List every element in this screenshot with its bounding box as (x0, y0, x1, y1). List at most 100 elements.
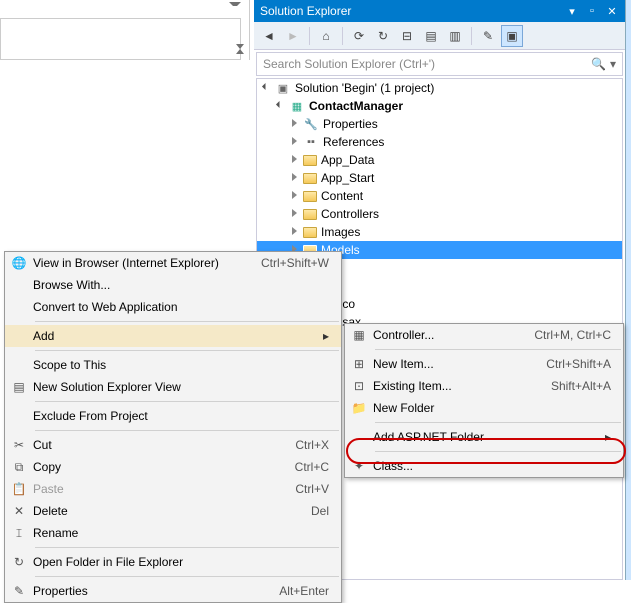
menu-item[interactable]: 📋PasteCtrl+V (5, 478, 341, 500)
menu-label: Existing Item... (373, 379, 551, 393)
folder-icon (303, 173, 317, 184)
menu-label: Controller... (373, 328, 534, 342)
editor-tab-dropdown-icon[interactable] (229, 2, 241, 14)
blank-icon (5, 354, 33, 376)
menu-item[interactable]: ▦Controller...Ctrl+M, Ctrl+C (345, 324, 623, 346)
preview-icon[interactable]: ▥ (444, 25, 466, 47)
folder-icon (303, 209, 317, 220)
menu-item[interactable]: ⧉CopyCtrl+C (5, 456, 341, 478)
menu-label: Exclude From Project (33, 409, 329, 423)
props-icon: ✎ (5, 580, 33, 602)
blank-icon (345, 426, 373, 448)
menu-item[interactable]: 🌐View in Browser (Internet Explorer)Ctrl… (5, 252, 341, 274)
copy-icon: ⧉ (5, 456, 33, 478)
submenu-arrow-icon: ▸ (601, 430, 611, 444)
menu-label: View in Browser (Internet Explorer) (33, 256, 261, 270)
tree-item[interactable]: Controllers (257, 205, 622, 223)
menu-item[interactable]: Exclude From Project (5, 405, 341, 427)
tree-item[interactable]: App_Start (257, 169, 622, 187)
tree-item[interactable]: Images (257, 223, 622, 241)
tree-label: App_Data (321, 153, 374, 167)
menu-label: Paste (33, 482, 295, 496)
splitter-handle[interactable] (232, 42, 250, 56)
panel-titlebar[interactable]: Solution Explorer ▾ ▫ ✕ (254, 0, 625, 22)
menu-shortcut: Ctrl+Shift+A (546, 357, 611, 371)
menu-item[interactable]: ✕DeleteDel (5, 500, 341, 522)
menu-shortcut: Shift+Alt+A (551, 379, 611, 393)
open-icon: ↻ (5, 551, 33, 573)
sync-icon[interactable]: ⟳ (348, 25, 370, 47)
chevron-down-icon[interactable]: ▾ (610, 57, 616, 71)
tree-label: Solution 'Begin' (1 project) (295, 81, 434, 95)
refs-icon: ▪▪ (303, 135, 319, 149)
tree-project-node[interactable]: ▦ContactManager (257, 97, 622, 115)
menu-item[interactable]: ✂CutCtrl+X (5, 434, 341, 456)
properties-icon[interactable]: ✎ (477, 25, 499, 47)
menu-item[interactable]: Scope to This (5, 354, 341, 376)
menu-label: Class... (373, 459, 611, 473)
tree-solution-node[interactable]: ▣Solution 'Begin' (1 project) (257, 79, 622, 97)
search-box[interactable]: Search Solution Explorer (Ctrl+') 🔍 ▾ (256, 52, 623, 76)
menu-shortcut: Alt+Enter (279, 584, 329, 598)
refresh-icon[interactable]: ↻ (372, 25, 394, 47)
show-all-icon[interactable]: ▤ (420, 25, 442, 47)
menu-label: Rename (33, 526, 329, 540)
menu-item[interactable]: ↻Open Folder in File Explorer (5, 551, 341, 573)
tree-label: Properties (323, 117, 378, 131)
menu-shortcut: Ctrl+X (295, 438, 329, 452)
search-placeholder: Search Solution Explorer (Ctrl+') (263, 57, 435, 71)
menu-label: New Item... (373, 357, 546, 371)
menu-item[interactable]: Add▸ (5, 325, 341, 347)
tree-label: References (323, 135, 384, 149)
menu-separator (35, 430, 339, 431)
menu-item[interactable]: Browse With... (5, 274, 341, 296)
menu-item[interactable]: Convert to Web Application (5, 296, 341, 318)
tree-label: Content (321, 189, 363, 203)
tree-item[interactable]: 🔧Properties (257, 115, 622, 133)
tree-label: Images (321, 225, 360, 239)
tree-item[interactable]: Content (257, 187, 622, 205)
panel-title: Solution Explorer (260, 4, 351, 18)
menu-separator (375, 451, 621, 452)
menu-item[interactable]: 📁New Folder (345, 397, 623, 419)
menu-label: Convert to Web Application (33, 300, 329, 314)
docked-tab-strip[interactable] (625, 0, 631, 580)
menu-label: Add ASP.NET Folder (373, 430, 601, 444)
preview-selected-icon[interactable]: ▣ (501, 25, 523, 47)
menu-label: Add (33, 329, 319, 343)
window-position-icon[interactable]: ▾ (565, 4, 579, 18)
delete-icon: ✕ (5, 500, 33, 522)
newview-icon: ▤ (5, 376, 33, 398)
menu-label: Properties (33, 584, 279, 598)
menu-item[interactable]: ✎PropertiesAlt+Enter (5, 580, 341, 602)
menu-label: Scope to This (33, 358, 329, 372)
tree-item[interactable]: ▪▪ References (257, 133, 622, 151)
menu-separator (35, 350, 339, 351)
pin-icon[interactable]: ▫ (585, 4, 599, 18)
back-icon[interactable]: ◄ (258, 25, 280, 47)
tree-item[interactable]: App_Data (257, 151, 622, 169)
collapse-icon[interactable]: ⊟ (396, 25, 418, 47)
menu-item[interactable]: ⊞New Item...Ctrl+Shift+A (345, 353, 623, 375)
menu-item[interactable]: 𝙸Rename (5, 522, 341, 544)
close-icon[interactable]: ✕ (605, 4, 619, 18)
menu-separator (375, 422, 621, 423)
menu-label: Open Folder in File Explorer (33, 555, 329, 569)
menu-separator (35, 576, 339, 577)
menu-shortcut: Ctrl+C (295, 460, 329, 474)
menu-item[interactable]: ▤New Solution Explorer View (5, 376, 341, 398)
context-menu: 🌐View in Browser (Internet Explorer)Ctrl… (4, 251, 342, 603)
folder-icon (303, 191, 317, 202)
paste-icon: 📋 (5, 478, 33, 500)
menu-item[interactable]: ⊡Existing Item...Shift+Alt+A (345, 375, 623, 397)
search-icon[interactable]: 🔍 (591, 57, 606, 71)
forward-icon: ► (282, 25, 304, 47)
menu-item[interactable]: ✦Class... (345, 455, 623, 477)
newfolder-icon: 📁 (345, 397, 373, 419)
menu-separator (35, 321, 339, 322)
menu-item[interactable]: Add ASP.NET Folder▸ (345, 426, 623, 448)
submenu-arrow-icon: ▸ (319, 329, 329, 343)
folder-icon (303, 227, 317, 238)
home-icon[interactable]: ⌂ (315, 25, 337, 47)
tree-label: ContactManager (309, 99, 403, 113)
